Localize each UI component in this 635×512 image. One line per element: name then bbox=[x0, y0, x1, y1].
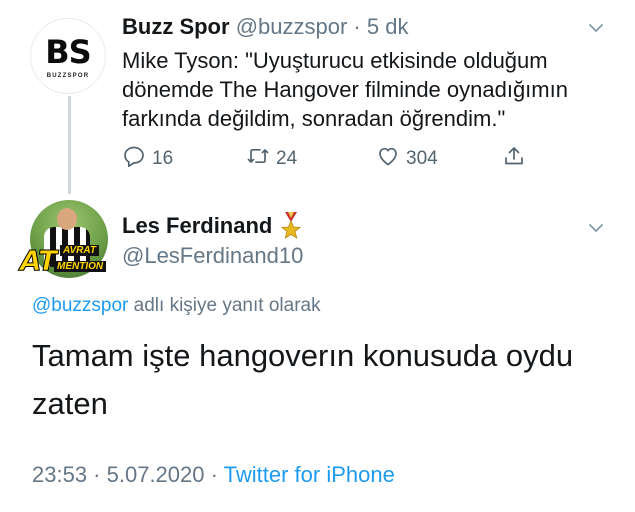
avatar-badge-top: AVRAT bbox=[60, 245, 99, 256]
tweet1-author-name[interactable]: Buzz Spor bbox=[122, 14, 230, 39]
buzzspor-avatar[interactable]: BS BUZZSPOR bbox=[30, 18, 106, 94]
retweet-button[interactable]: 24 bbox=[246, 144, 297, 174]
medal-icon bbox=[280, 212, 302, 240]
tweet1-header: Buzz Spor @buzzspor · 5 dk bbox=[122, 14, 408, 40]
tweet2-author: Les Ferdinand bbox=[122, 212, 302, 240]
replying-to: @buzzspor adlı kişiye yanıt olarak bbox=[32, 295, 321, 317]
like-count: 304 bbox=[406, 148, 438, 169]
share-icon bbox=[502, 144, 526, 174]
avatar-logo-subtext: BUZZSPOR bbox=[46, 73, 90, 79]
chevron-down-icon[interactable] bbox=[588, 20, 604, 36]
avatar-badge: AT AVRAT MENTION bbox=[19, 242, 116, 278]
retweet-count: 24 bbox=[276, 148, 298, 169]
avatar-badge-main: AT bbox=[19, 244, 57, 278]
avatar-badge-bottom: MENTION bbox=[54, 261, 107, 272]
tweet2-author-name[interactable]: Les Ferdinand bbox=[122, 213, 272, 239]
like-icon bbox=[376, 144, 400, 174]
tweet1-time[interactable]: 5 dk bbox=[367, 14, 409, 39]
thread-connector-line bbox=[68, 96, 71, 194]
reply-icon bbox=[122, 144, 146, 174]
tweet2-source-link[interactable]: Twitter for iPhone bbox=[224, 462, 395, 487]
tweet2-meta: 23:53 · 5.07.2020 · Twitter for iPhone bbox=[32, 462, 395, 488]
tweet2-time[interactable]: 23:53 bbox=[32, 462, 87, 487]
chevron-down-icon[interactable] bbox=[588, 220, 604, 236]
tweet2-author-handle[interactable]: @LesFerdinand10 bbox=[122, 243, 303, 269]
share-button[interactable] bbox=[502, 144, 526, 174]
tweet1-text: Mike Tyson: "Uyuşturucu etkisinde olduğu… bbox=[122, 48, 568, 131]
tweet2-date[interactable]: 5.07.2020 bbox=[107, 462, 205, 487]
reply-mention-link[interactable]: @buzzspor bbox=[32, 295, 128, 316]
reply-to-suffix: adlı kişiye yanıt olarak bbox=[128, 295, 321, 316]
avatar-player-head bbox=[57, 208, 77, 230]
meta-separator: · bbox=[204, 462, 224, 487]
tweet2-text: Tamam işte hangoverın konusuda oydu zate… bbox=[32, 338, 574, 421]
like-button[interactable]: 304 bbox=[376, 144, 438, 174]
reply-button[interactable]: 16 bbox=[122, 144, 173, 174]
meta-separator: · bbox=[87, 462, 107, 487]
avatar-logo-text: BS bbox=[45, 33, 91, 71]
tweet1-author-handle[interactable]: @buzzspor bbox=[236, 14, 348, 39]
retweet-icon bbox=[246, 144, 270, 174]
tweet1-separator: · bbox=[347, 14, 367, 39]
reply-count: 16 bbox=[152, 148, 174, 169]
tweet1-actions: 16 24 304 bbox=[122, 144, 542, 172]
